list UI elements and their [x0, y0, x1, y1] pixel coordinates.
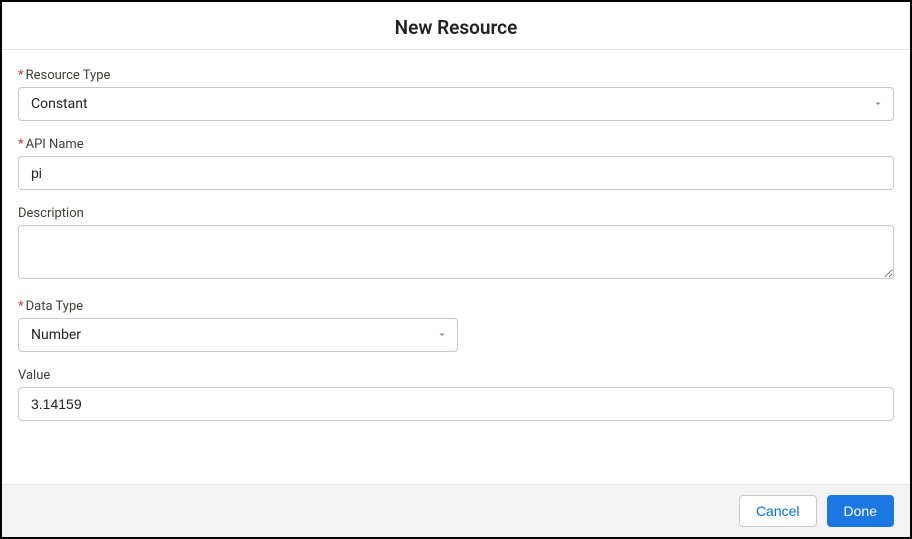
- api-name-label: API Name: [18, 137, 894, 152]
- resource-type-value: Constant: [31, 96, 88, 112]
- cancel-button[interactable]: Cancel: [739, 495, 817, 527]
- field-value: Value: [18, 368, 894, 421]
- data-type-value: Number: [31, 327, 81, 343]
- dialog-body: Resource Type Constant API Name Descript…: [2, 50, 910, 484]
- resource-type-select[interactable]: Constant: [18, 87, 894, 121]
- field-description: Description: [18, 206, 894, 283]
- dialog-header: New Resource: [2, 2, 910, 50]
- value-label: Value: [18, 368, 894, 383]
- value-input[interactable]: [18, 387, 894, 421]
- field-api-name: API Name: [18, 137, 894, 190]
- data-type-select[interactable]: Number: [18, 318, 458, 352]
- dialog-footer: Cancel Done: [2, 484, 910, 537]
- done-button[interactable]: Done: [827, 495, 894, 527]
- description-label: Description: [18, 206, 894, 221]
- resource-type-label: Resource Type: [18, 68, 894, 83]
- data-type-label: Data Type: [18, 299, 894, 314]
- field-data-type: Data Type Number: [18, 299, 894, 352]
- dialog-title: New Resource: [2, 16, 910, 39]
- field-resource-type: Resource Type Constant: [18, 68, 894, 121]
- description-textarea[interactable]: [18, 225, 894, 279]
- api-name-input[interactable]: [18, 156, 894, 190]
